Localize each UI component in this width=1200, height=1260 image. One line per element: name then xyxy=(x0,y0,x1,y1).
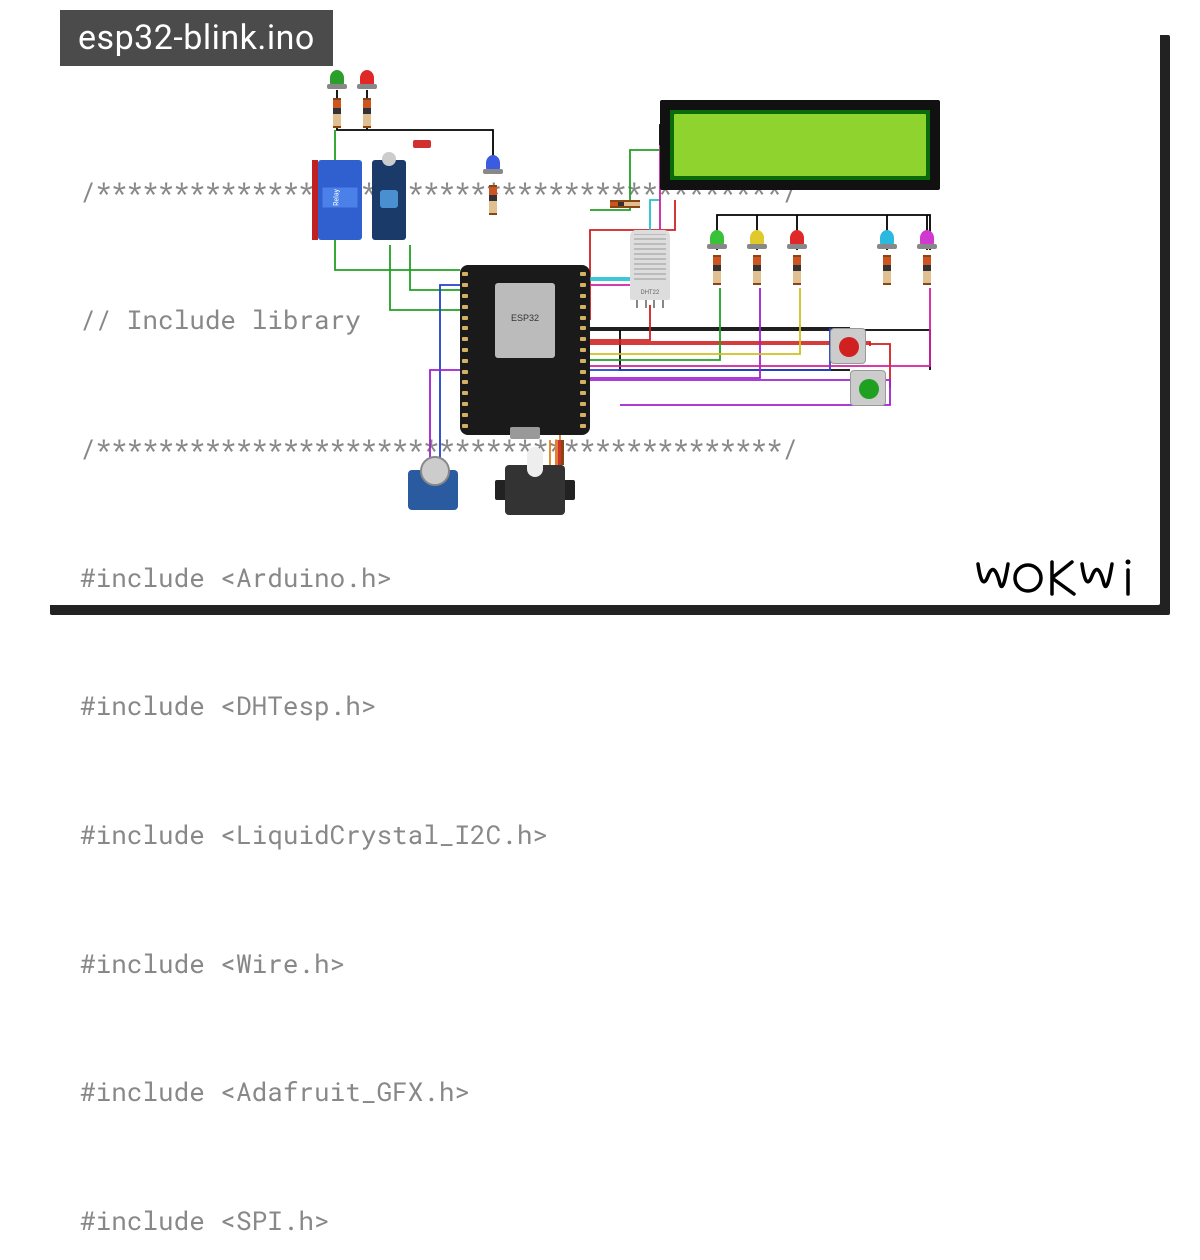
resistor-icon[interactable] xyxy=(610,200,640,208)
resistor-icon[interactable] xyxy=(923,255,931,285)
resistor-icon[interactable] xyxy=(363,98,371,128)
led-red-icon[interactable] xyxy=(360,70,374,86)
resistor-icon[interactable] xyxy=(883,255,891,285)
dht22-grille-icon xyxy=(634,234,666,280)
led-yellow-icon[interactable] xyxy=(750,230,764,246)
dht22-sensor[interactable]: DHT22 xyxy=(630,230,670,300)
led-magenta-icon[interactable] xyxy=(920,230,934,246)
wokwi-logo xyxy=(970,554,1150,610)
resistor-icon[interactable] xyxy=(333,98,341,128)
module-trimpot-icon xyxy=(380,190,398,208)
servo-horn-icon xyxy=(527,447,543,477)
code-line: #include <SPI.h> xyxy=(80,1200,798,1243)
pin-header-right-icon xyxy=(580,269,588,431)
resistor-icon[interactable] xyxy=(753,255,761,285)
indicator-led-icon[interactable] xyxy=(413,140,431,148)
relay-label: Relay xyxy=(323,188,358,208)
led-blue-icon[interactable] xyxy=(486,155,500,171)
esp32-shield-label: ESP32 xyxy=(495,283,555,358)
led-green-icon[interactable] xyxy=(710,230,724,246)
code-line: #include <Adafruit_GFX.h> xyxy=(80,1071,798,1114)
lcd-display[interactable] xyxy=(660,100,940,190)
pin-header-left-icon xyxy=(462,269,470,431)
code-line: #include <Wire.h> xyxy=(80,943,798,986)
resistor-icon[interactable] xyxy=(489,185,497,215)
esp32-board[interactable]: ESP32 xyxy=(460,265,590,435)
code-line: #include <DHTesp.h> xyxy=(80,685,798,728)
push-button-red[interactable] xyxy=(830,328,866,364)
potentiometer[interactable] xyxy=(408,470,458,510)
led-cyan-icon[interactable] xyxy=(880,230,894,246)
led-green-icon[interactable] xyxy=(330,70,344,86)
dht22-pins-icon xyxy=(636,300,664,308)
dht22-label: DHT22 xyxy=(630,289,670,296)
servo-motor[interactable] xyxy=(505,465,565,515)
file-name-tab: esp32-blink.ino xyxy=(60,10,333,66)
resistor-icon[interactable] xyxy=(793,255,801,285)
code-line: #include <Arduino.h> xyxy=(80,557,798,600)
led-red-icon[interactable] xyxy=(790,230,804,246)
servo-lead-icon xyxy=(555,440,567,465)
relay-module[interactable]: Relay xyxy=(318,160,362,240)
circuit-diagram[interactable]: Relay ESP32 DHT22 xyxy=(290,70,1020,500)
usb-port-icon xyxy=(510,427,540,439)
push-button-green[interactable] xyxy=(850,370,886,406)
resistor-icon[interactable] xyxy=(713,255,721,285)
ldr-module[interactable] xyxy=(372,160,406,240)
code-line: #include <LiquidCrystal_I2C.h> xyxy=(80,814,798,857)
